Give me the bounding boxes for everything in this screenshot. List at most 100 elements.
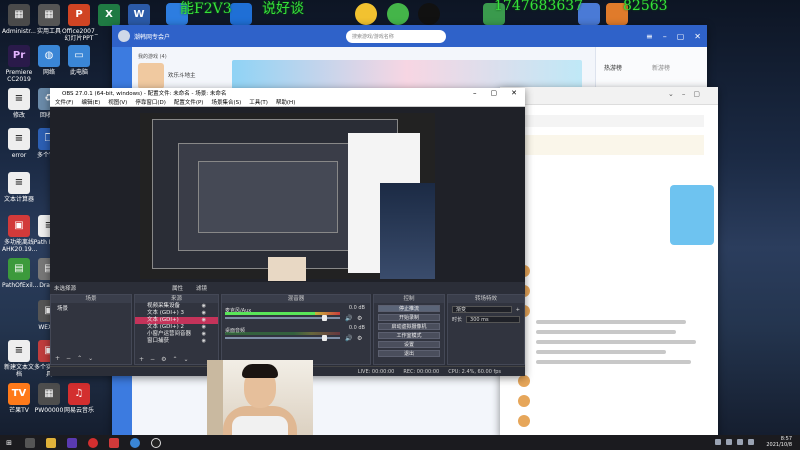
chevron-up-icon[interactable]: ⌃ (172, 356, 177, 363)
volume-slider[interactable] (225, 335, 340, 341)
close-icon[interactable]: ✕ (511, 89, 517, 97)
wechat-icon[interactable] (387, 3, 409, 25)
menu-help[interactable]: 帮助(H) (276, 98, 295, 106)
obs-preview[interactable] (140, 113, 435, 279)
chevron-up-icon[interactable]: ⌃ (77, 355, 82, 362)
add-icon[interactable]: + (55, 355, 60, 362)
desktop-icon[interactable]: ≡ 文本计算器 (2, 172, 36, 203)
scene-item[interactable]: 场景 (54, 306, 128, 313)
mixer-channel: 桌面音频 0.0 dB 🔊 ⚙ (225, 325, 367, 343)
desktop-icon[interactable]: ▦ 实用工具 (32, 4, 66, 35)
volume-slider[interactable] (225, 315, 340, 321)
chevron-down-icon[interactable]: ⌄ (88, 355, 93, 362)
close-icon[interactable]: ✕ (694, 32, 701, 41)
menu-file[interactable]: 文件(F) (55, 98, 73, 106)
app-icon[interactable] (109, 437, 119, 448)
netease-music-icon[interactable] (88, 437, 98, 448)
eye-icon[interactable]: ◉ (202, 310, 206, 317)
search-input[interactable]: 搜索游戏/游戏名称 (346, 29, 447, 43)
eye-icon[interactable]: ◉ (202, 338, 206, 345)
menu-icon[interactable]: ≡ (646, 32, 653, 41)
menu-scene-collection[interactable]: 场景集合(S) (211, 98, 241, 106)
menu-edit[interactable]: 编辑(E) (81, 98, 100, 106)
speaker-icon[interactable] (737, 439, 743, 445)
desktop-icon[interactable]: Pr Premiere CC2019 (2, 45, 36, 83)
browser-icon[interactable] (130, 437, 140, 448)
obs-icon[interactable] (151, 437, 161, 448)
settings-button[interactable]: 设置 (378, 341, 440, 348)
desktop-icon[interactable]: ▦ Administr... (2, 4, 36, 35)
eye-icon[interactable]: ◉ (202, 317, 206, 324)
source-item[interactable]: 文本 (GDI+) ◉ (135, 317, 218, 324)
start-recording-button[interactable]: 开始录制 (378, 314, 440, 321)
game-thumbnail[interactable] (138, 63, 164, 89)
chevron-down-icon[interactable]: ⌄ (183, 356, 188, 363)
menu-view[interactable]: 视图(V) (108, 98, 127, 106)
tab-hot-games[interactable]: 热游榜 (604, 63, 622, 72)
desktop-icon[interactable]: ▭ 此电脑 (62, 45, 96, 76)
speaker-icon[interactable]: 🔊 (345, 335, 352, 342)
taskbar-clock[interactable]: 8:57 2021/10/8 (766, 436, 792, 448)
remove-icon[interactable]: − (66, 355, 71, 362)
maximize-icon[interactable]: ▢ (693, 90, 700, 98)
network-icon[interactable] (726, 439, 732, 445)
duration-input[interactable]: 300 ms (466, 316, 520, 323)
desktop-icon[interactable]: ▦ PW00000 (32, 383, 66, 414)
eye-icon[interactable]: ◉ (202, 303, 206, 310)
desktop-icon[interactable]: ♫ 网易云音乐 (62, 383, 96, 414)
live-chat-window: ⌄ – ▢ (500, 87, 718, 437)
properties-button[interactable]: 属性 (172, 284, 183, 292)
source-item[interactable]: 窗口捕获 ◉ (135, 338, 218, 345)
menu-profile[interactable]: 配置文件(P) (174, 98, 204, 106)
desktop-icon[interactable]: ≡ 修改 (2, 88, 36, 119)
eye-icon[interactable]: ◉ (202, 331, 206, 338)
volume-slider-thumb[interactable] (321, 335, 327, 341)
studio-mode-button[interactable]: 工作室模式 (378, 332, 440, 339)
emoji-app-icon[interactable] (355, 3, 377, 25)
source-item[interactable]: 文本 (GDI+) 2 ◉ (135, 324, 218, 331)
avatar[interactable] (118, 30, 130, 42)
folder-icon[interactable] (46, 437, 56, 448)
menu-docks[interactable]: 停靠窗口(D) (135, 98, 166, 106)
tray-icon[interactable] (715, 439, 721, 445)
transition-select[interactable]: 渐变 (452, 306, 512, 313)
start-virtual-camera-button[interactable]: 启动虚拟摄像机 (378, 323, 440, 330)
gear-icon[interactable]: ⚙ (357, 335, 362, 342)
chevron-down-icon[interactable]: ⌄ (668, 90, 674, 98)
filters-button[interactable]: 滤镜 (196, 284, 207, 292)
exit-button[interactable]: 退出 (378, 350, 440, 357)
desktop-icon[interactable]: ◍ 网络 (32, 45, 66, 76)
desktop-icon[interactable]: ≡ error (2, 128, 36, 159)
desktop-icon[interactable]: ▣ 多功能离线AHK20.19... (2, 215, 37, 253)
desktop-icon[interactable]: TV 芒果TV (2, 383, 36, 414)
menu-tools[interactable]: 工具(T) (249, 98, 268, 106)
add-icon[interactable]: + (139, 356, 144, 363)
desktop-icon[interactable]: P Office2007_幻灯片PPT (62, 4, 98, 42)
gear-icon[interactable]: ⚙ (161, 356, 166, 363)
minimize-icon[interactable]: – (682, 90, 686, 98)
maximize-icon[interactable]: ▢ (677, 32, 685, 41)
taskview-icon[interactable] (25, 437, 35, 448)
gear-icon[interactable]: ⚙ (357, 315, 362, 322)
speaker-icon[interactable]: 🔊 (345, 315, 352, 322)
desktop-icon[interactable]: ▤ PathOfExil... (2, 258, 38, 289)
minimize-icon[interactable]: – (663, 32, 667, 41)
source-item[interactable]: 小窗户运营间音器 ◉ (135, 331, 218, 338)
eye-icon[interactable]: ◉ (202, 324, 206, 331)
stop-streaming-button[interactable]: 停止推流 (378, 305, 440, 312)
ime-icon[interactable] (748, 439, 754, 445)
remove-icon[interactable]: − (150, 356, 155, 363)
desktop-icon[interactable]: ≡ 新建文本文档 (2, 340, 36, 378)
shield-icon[interactable] (230, 3, 252, 25)
maximize-icon[interactable]: ▢ (491, 89, 498, 97)
windows-start-icon[interactable]: ⊞ (4, 438, 14, 448)
minimize-icon[interactable]: – (473, 89, 477, 97)
volume-slider-thumb[interactable] (321, 315, 327, 321)
source-item[interactable]: 文本 (GDI+) 3 ◉ (135, 310, 218, 317)
game-name[interactable]: 欢乐斗地主 (168, 71, 196, 79)
source-item[interactable]: 视频采集设备 ◉ (135, 303, 218, 310)
tab-new-games[interactable]: 新游榜 (652, 63, 670, 72)
app-icon[interactable] (67, 437, 77, 448)
add-icon[interactable]: + (516, 307, 520, 313)
qq-icon[interactable] (418, 3, 440, 25)
